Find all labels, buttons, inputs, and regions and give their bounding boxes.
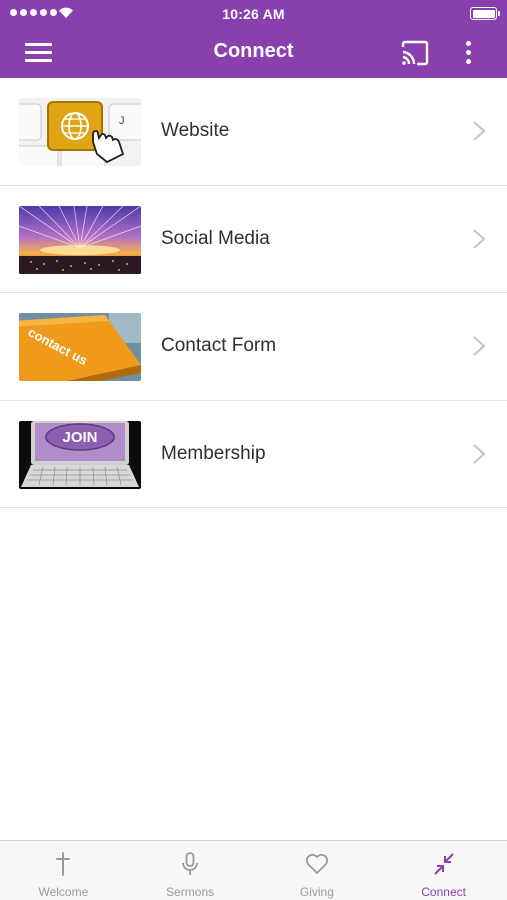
tab-bar: Welcome Sermons Giving Connect (0, 840, 507, 900)
list-item-website[interactable]: J Website (0, 78, 507, 186)
contact-form-thumbnail: contact us (19, 313, 141, 381)
join-laptop-image: JOIN (19, 420, 141, 489)
chevron-right-icon (473, 443, 486, 464)
list-item-label: Membership (161, 442, 266, 464)
page-title: Connect (213, 40, 294, 62)
tab-label: Welcome (38, 885, 89, 899)
svg-text:J: J (119, 115, 125, 127)
tab-label: Sermons (166, 885, 215, 899)
battery-icon (470, 7, 500, 20)
microphone-icon (182, 852, 199, 875)
tab-welcome[interactable]: Welcome (0, 841, 127, 900)
list-item-label: Website (161, 120, 230, 141)
more-options-button[interactable] (456, 40, 480, 66)
cast-icon (401, 40, 429, 66)
list-item-contact-form[interactable]: contact us Contact Form (0, 293, 507, 401)
tab-sermons[interactable]: Sermons (127, 841, 254, 900)
membership-thumbnail: JOIN (19, 420, 141, 489)
chevron-right-icon (473, 121, 486, 141)
tab-connect[interactable]: Connect (380, 841, 507, 900)
navigation-bar: Connect (0, 28, 507, 78)
list-item-social-media[interactable]: Social Media (0, 185, 507, 293)
cross-icon (56, 852, 71, 876)
list-item-membership[interactable]: JOIN Membership (0, 400, 507, 508)
tab-label: Giving (299, 885, 334, 899)
chevron-right-icon (473, 336, 486, 356)
join-button-text: JOIN (62, 429, 97, 446)
cast-button[interactable] (400, 40, 430, 66)
status-bar: 10:26 AM (0, 0, 507, 28)
social-media-thumbnail (19, 205, 141, 274)
list-item-label: Contact Form (161, 335, 277, 356)
tab-giving[interactable]: Giving (254, 841, 381, 900)
contact-us-key-image: contact us (19, 313, 141, 381)
website-thumbnail: J (19, 98, 141, 166)
list-item-label: Social Media (161, 227, 270, 249)
tab-label: Connect (421, 885, 466, 899)
connect-list: J Website Social Media contact us Contac… (0, 78, 507, 508)
status-time: 10:26 AM (222, 6, 285, 22)
sunset-city-lights-image (19, 205, 141, 274)
compress-arrows-icon (433, 853, 454, 875)
chevron-right-icon (473, 228, 486, 249)
keyboard-globe-key-image: J (19, 98, 141, 166)
heart-icon (305, 853, 328, 874)
